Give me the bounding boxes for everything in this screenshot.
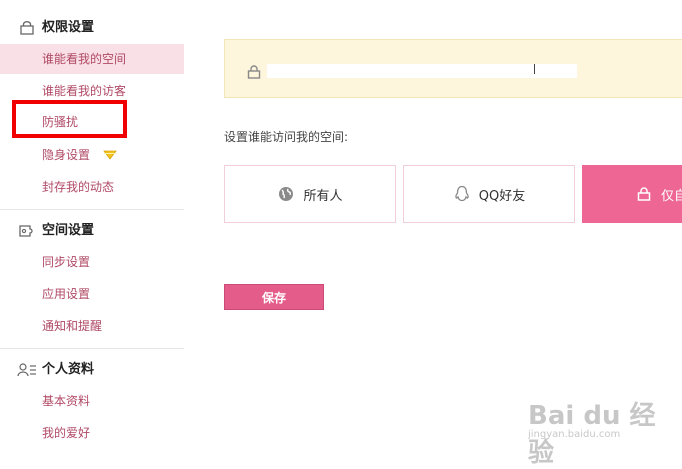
lock-icon	[247, 64, 261, 83]
section-title: 个人资料	[42, 362, 95, 377]
puzzle-icon	[17, 222, 37, 240]
sidebar-item-notifications[interactable]: 通知和提醒	[0, 311, 184, 341]
text-cursor	[534, 64, 535, 74]
sidebar-item-my-hobbies[interactable]: 我的爱好	[0, 418, 184, 448]
option-label: QQ好友	[478, 188, 526, 204]
qq-penguin-icon	[453, 185, 471, 203]
sidebar-item-invisible-settings[interactable]: 隐身设置	[0, 140, 184, 170]
sidebar-item-who-can-view-space[interactable]: 谁能看我的空间	[0, 44, 184, 74]
option-label: 仅自	[661, 188, 682, 204]
sidebar: 权限设置 谁能看我的空间 谁能看我的访客 防骚扰 隐身设置 封存我的动态 空间设…	[0, 0, 184, 461]
option-everyone[interactable]: 所有人	[224, 165, 396, 223]
option-only-me[interactable]: 仅自	[582, 165, 682, 223]
section-title: 空间设置	[42, 223, 95, 238]
lock-icon	[635, 185, 653, 203]
section-space: 空间设置	[0, 216, 184, 246]
watermark-text: Bai du 经验	[528, 401, 656, 468]
option-label: 所有人	[303, 188, 343, 204]
section-privacy: 权限设置	[0, 13, 184, 43]
profile-icon	[17, 361, 37, 379]
option-qq-friends[interactable]: QQ好友	[403, 165, 575, 223]
notice-banner	[224, 39, 682, 98]
section-profile: 个人资料	[0, 355, 184, 385]
watermark-url: jingyan.baidu.com	[528, 429, 621, 440]
diamond-icon	[103, 150, 117, 160]
globe-icon	[277, 185, 295, 203]
access-prompt: 设置谁能访问我的空间:	[224, 130, 349, 144]
redacted-text-bar	[267, 64, 577, 78]
sidebar-item-app-settings[interactable]: 应用设置	[0, 279, 184, 309]
save-button[interactable]: 保存	[224, 284, 324, 310]
sidebar-item-basic-info[interactable]: 基本资料	[0, 386, 184, 416]
baidu-jingyan-watermark: Bai du 经验 jingyan.baidu.com	[528, 395, 678, 468]
sidebar-item-sync-settings[interactable]: 同步设置	[0, 247, 184, 277]
red-highlight-box	[12, 100, 127, 138]
divider	[0, 209, 184, 210]
lock-icon	[17, 19, 37, 37]
section-title: 权限设置	[42, 20, 95, 35]
sidebar-item-archive-feeds[interactable]: 封存我的动态	[0, 172, 184, 202]
divider	[0, 348, 184, 349]
